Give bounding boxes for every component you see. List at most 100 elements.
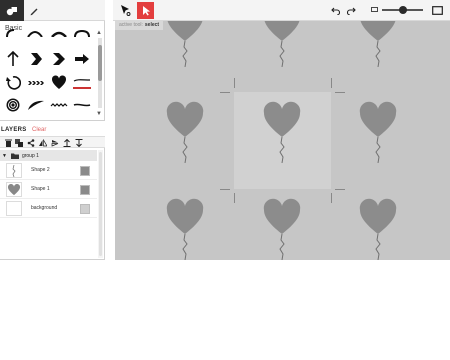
pen-icon bbox=[30, 8, 38, 15]
crop-mark bbox=[220, 92, 230, 93]
balloon-heart-shape[interactable] bbox=[358, 99, 398, 163]
layer-row-background[interactable]: background bbox=[0, 199, 97, 218]
shape-curve-top-right[interactable] bbox=[49, 28, 69, 38]
active-tool-name: select bbox=[144, 22, 160, 28]
duplicate-icon bbox=[15, 139, 23, 147]
flip-vertical-button[interactable] bbox=[50, 138, 60, 148]
crop-mark bbox=[331, 193, 332, 203]
shape-chevron-open[interactable] bbox=[49, 49, 69, 69]
group-name: group 1 bbox=[21, 152, 39, 159]
fit-page-button[interactable] bbox=[429, 2, 446, 19]
move-down-icon bbox=[75, 139, 83, 147]
shapes-library: Basic ▲ ▼ bbox=[0, 21, 105, 120]
shape-chevron[interactable] bbox=[26, 49, 46, 69]
crop-mark bbox=[335, 92, 345, 93]
drawing-canvas[interactable]: active tool: select bbox=[115, 21, 450, 260]
pointer-icon bbox=[142, 6, 150, 16]
undo-button[interactable] bbox=[327, 2, 344, 19]
layer-row-shape-2[interactable]: Shape 2 bbox=[0, 161, 97, 180]
active-tool-label: active tool: select bbox=[115, 21, 164, 30]
flip-horizontal-icon bbox=[39, 139, 47, 147]
balloon-heart-shape[interactable] bbox=[165, 21, 205, 67]
flip-horizontal-button[interactable] bbox=[38, 138, 48, 148]
layer-color-swatch[interactable] bbox=[80, 185, 90, 195]
active-tool-caption: active tool: bbox=[119, 22, 143, 28]
shape-spiral[interactable] bbox=[3, 95, 23, 115]
crop-mark bbox=[335, 189, 345, 190]
crop-mark bbox=[220, 189, 230, 190]
layer-thumbnail bbox=[6, 182, 22, 197]
heart-icon bbox=[7, 183, 21, 195]
scroll-up-icon[interactable]: ▲ bbox=[96, 30, 102, 36]
shape-curve-top-left[interactable] bbox=[3, 28, 23, 38]
tab-shapes[interactable] bbox=[0, 0, 24, 21]
layer-color-swatch[interactable] bbox=[80, 204, 90, 214]
top-toolbar bbox=[113, 0, 450, 21]
select-tool-button[interactable] bbox=[137, 2, 154, 19]
layers-list: ▼ group 1 Shape 2 Shape 1 background bbox=[0, 148, 105, 260]
redo-button[interactable] bbox=[343, 2, 360, 19]
layers-header: LAYERS Clear bbox=[0, 120, 105, 135]
layer-name: background bbox=[31, 205, 58, 211]
left-panel-tabs bbox=[0, 0, 105, 21]
zoom-in-icon bbox=[432, 6, 443, 15]
shape-arrow-up[interactable] bbox=[3, 49, 23, 69]
tab-pen[interactable] bbox=[24, 0, 44, 21]
shape-brush-line[interactable] bbox=[72, 95, 92, 115]
zoom-slider[interactable] bbox=[371, 4, 433, 16]
scrollbar-thumb[interactable] bbox=[98, 45, 102, 81]
flip-vertical-icon bbox=[51, 140, 59, 147]
share-icon bbox=[27, 139, 35, 147]
layer-color-swatch[interactable] bbox=[80, 166, 90, 176]
balloon-heart-shape[interactable] bbox=[165, 99, 205, 163]
scrollbar-thumb[interactable] bbox=[99, 152, 102, 256]
balloon-heart-shape[interactable] bbox=[358, 21, 398, 67]
balloon-string-icon bbox=[12, 164, 16, 177]
library-scrollbar[interactable]: ▲ ▼ bbox=[96, 30, 103, 117]
direct-select-tool-button[interactable] bbox=[117, 2, 134, 19]
layer-thumbnail bbox=[6, 163, 22, 178]
zoom-out-icon bbox=[371, 7, 378, 12]
balloon-heart-shape[interactable] bbox=[358, 196, 398, 260]
share-layer-button[interactable] bbox=[26, 138, 36, 148]
shape-arrow-circle[interactable] bbox=[3, 73, 23, 93]
balloon-heart-shape[interactable] bbox=[165, 196, 205, 260]
crop-mark bbox=[331, 78, 332, 88]
shape-curve-top-mid[interactable] bbox=[25, 28, 45, 38]
node-select-icon bbox=[121, 5, 131, 16]
app-root: Basic ▲ ▼ LAYERS Clear ▼ group 1 Shape 2… bbox=[0, 0, 450, 360]
layer-group-row[interactable]: ▼ group 1 bbox=[0, 150, 97, 161]
trash-icon bbox=[4, 139, 12, 147]
shape-arrow-right[interactable] bbox=[72, 49, 92, 69]
duplicate-layer-button[interactable] bbox=[14, 138, 24, 148]
move-up-icon bbox=[63, 139, 71, 147]
redo-icon bbox=[347, 7, 356, 15]
layer-name: Shape 2 bbox=[31, 167, 50, 173]
crop-mark bbox=[234, 78, 235, 88]
layers-title: LAYERS bbox=[1, 127, 27, 133]
layer-row-shape-1[interactable]: Shape 1 bbox=[0, 180, 97, 199]
layers-toolbar bbox=[0, 136, 105, 148]
shape-brush-stroke[interactable] bbox=[72, 73, 92, 93]
layer-thumbnail bbox=[6, 201, 22, 216]
scroll-down-icon[interactable]: ▼ bbox=[96, 111, 102, 117]
shape-zigzag[interactable] bbox=[49, 95, 69, 115]
layers-scrollbar[interactable] bbox=[98, 150, 103, 258]
layers-clear-link[interactable]: Clear bbox=[32, 127, 46, 133]
shapes-icon bbox=[6, 6, 17, 15]
delete-layer-button[interactable] bbox=[3, 138, 13, 148]
shape-curve-top-far[interactable] bbox=[72, 28, 92, 38]
balloon-heart-shape[interactable] bbox=[262, 196, 302, 260]
move-down-button[interactable] bbox=[74, 138, 84, 148]
crop-mark bbox=[234, 193, 235, 203]
shape-heart[interactable] bbox=[49, 73, 69, 93]
balloon-heart-shape[interactable] bbox=[262, 21, 302, 67]
balloon-heart-shape[interactable] bbox=[262, 99, 302, 163]
zoom-knob[interactable] bbox=[398, 6, 407, 14]
shape-stripe-arrow[interactable] bbox=[26, 73, 46, 93]
shape-leaf[interactable] bbox=[26, 95, 46, 115]
chevron-down-icon[interactable]: ▼ bbox=[2, 153, 7, 159]
undo-icon bbox=[331, 7, 340, 15]
folder-icon bbox=[10, 153, 19, 159]
move-up-button[interactable] bbox=[62, 138, 72, 148]
